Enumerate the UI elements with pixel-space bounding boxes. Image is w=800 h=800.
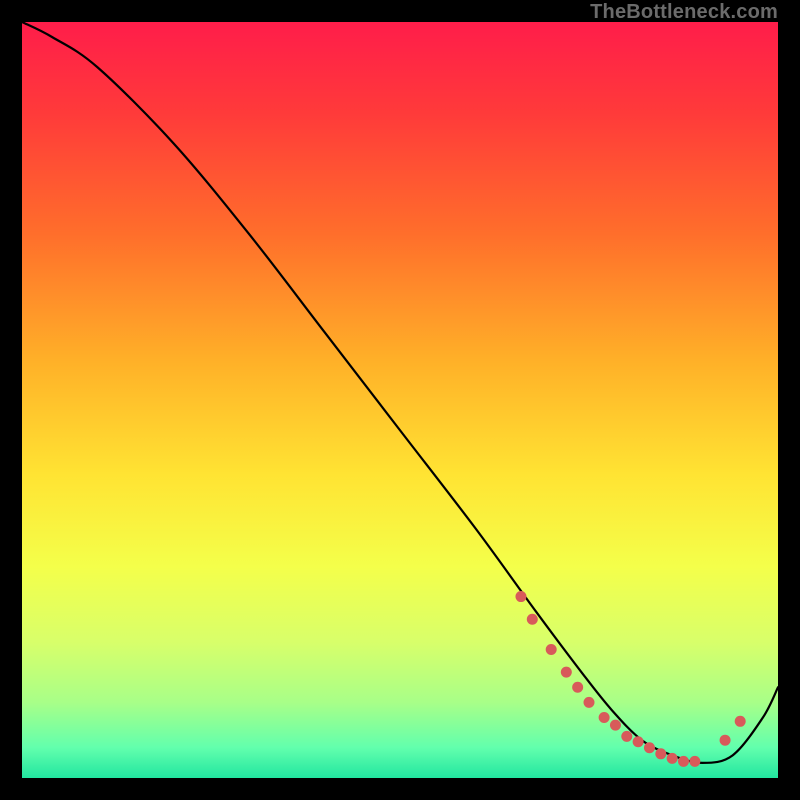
marker-dot	[515, 591, 526, 602]
marker-dot	[655, 748, 666, 759]
marker-dot	[621, 731, 632, 742]
marker-dot	[561, 667, 572, 678]
marker-dot	[678, 756, 689, 767]
marker-dot	[610, 720, 621, 731]
marker-dot	[546, 644, 557, 655]
marker-dot	[584, 697, 595, 708]
bottleneck-plot	[22, 22, 778, 778]
marker-dot	[599, 712, 610, 723]
chart-stage: TheBottleneck.com	[0, 0, 800, 800]
marker-dot	[527, 614, 538, 625]
marker-dot	[720, 735, 731, 746]
marker-dot	[689, 756, 700, 767]
marker-dot	[633, 736, 644, 747]
marker-dot	[572, 682, 583, 693]
gradient-background	[22, 22, 778, 778]
marker-dot	[667, 753, 678, 764]
watermark-text: TheBottleneck.com	[590, 2, 778, 22]
marker-dot	[735, 716, 746, 727]
marker-dot	[644, 742, 655, 753]
